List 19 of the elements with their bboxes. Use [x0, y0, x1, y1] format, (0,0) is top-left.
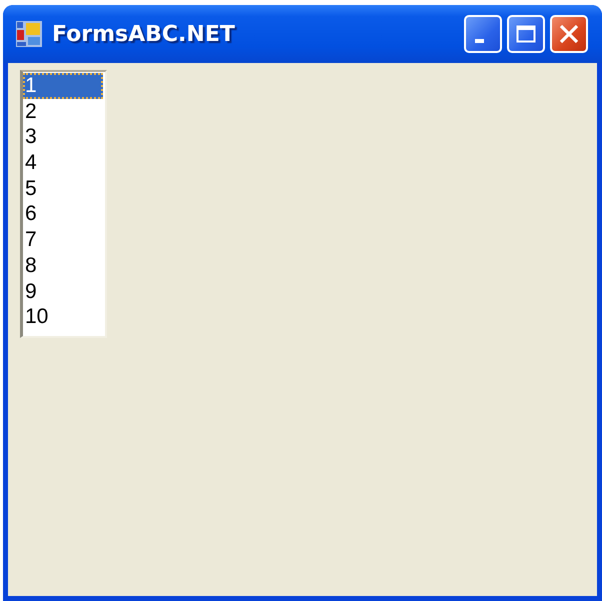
list-item[interactable]: 8 [23, 252, 103, 278]
list-item[interactable]: 3 [23, 124, 103, 150]
maximize-icon [515, 23, 537, 45]
close-button[interactable] [550, 15, 588, 53]
list-item[interactable]: 2 [23, 98, 103, 124]
window-title: FormsABC.NET [52, 22, 236, 46]
app-icon [16, 21, 42, 47]
maximize-button[interactable] [507, 15, 545, 53]
list-item[interactable]: 1 [23, 73, 103, 99]
list-item[interactable]: 4 [23, 150, 103, 176]
list-item[interactable]: 10 [23, 304, 103, 330]
minimize-button[interactable] [464, 15, 502, 53]
minimize-icon [474, 39, 484, 43]
list-item[interactable]: 5 [23, 176, 103, 202]
list-item[interactable]: 7 [23, 227, 103, 253]
close-icon [558, 23, 580, 45]
list-box[interactable]: 1 2 3 4 5 6 7 8 9 10 [20, 70, 107, 338]
list-item[interactable]: 9 [23, 278, 103, 304]
list-item[interactable]: 6 [23, 201, 103, 228]
